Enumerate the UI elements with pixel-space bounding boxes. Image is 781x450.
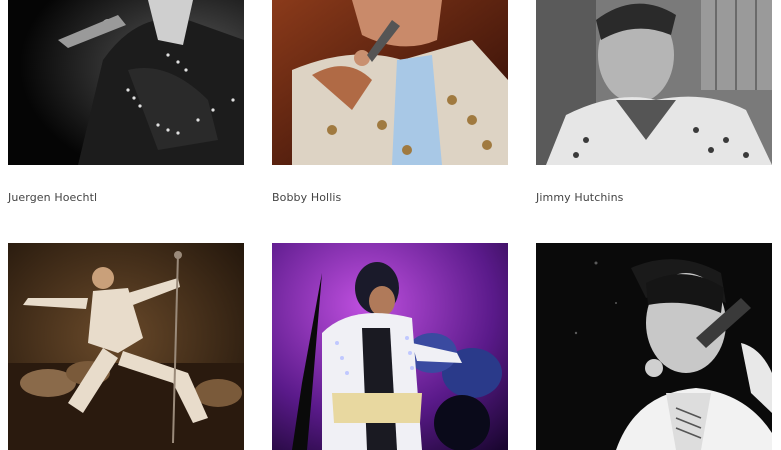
performer-name[interactable]: Juergen Hoechtl (8, 191, 97, 204)
performer-photo[interactable] (536, 0, 772, 165)
performer-photo[interactable] (536, 243, 772, 450)
performer-gallery: Juergen Hoechtl Bobby Hollis Jimmy Hutch… (0, 0, 781, 450)
performer-name[interactable]: Jimmy Hutchins (536, 191, 623, 204)
performer-photo[interactable] (272, 0, 508, 165)
performer-photo[interactable] (8, 243, 244, 450)
performer-name[interactable]: Bobby Hollis (272, 191, 341, 204)
performer-photo[interactable] (272, 243, 508, 450)
performer-photo[interactable] (8, 0, 244, 165)
